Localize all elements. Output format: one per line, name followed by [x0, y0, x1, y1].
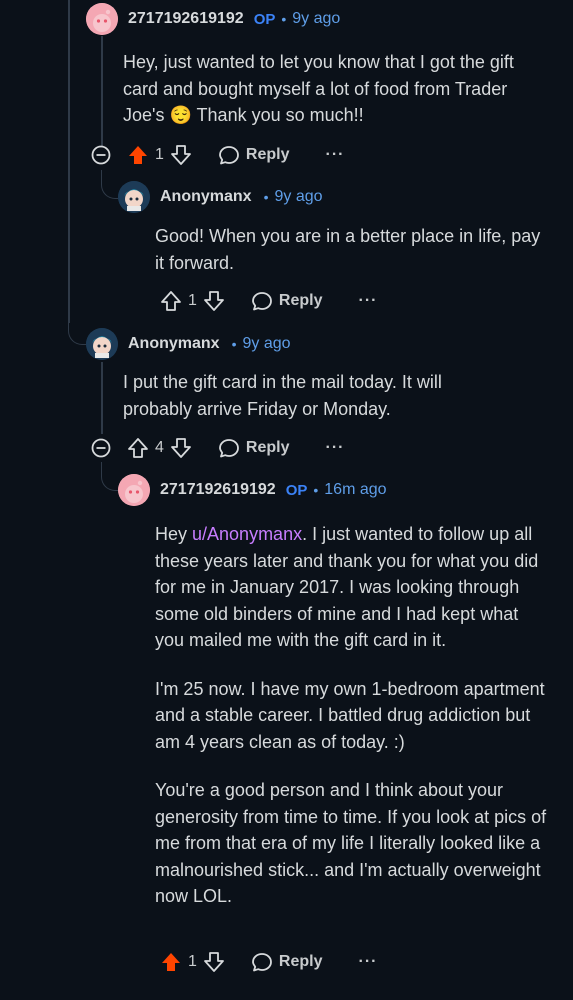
- avatar[interactable]: [86, 3, 118, 35]
- collapse-icon[interactable]: [91, 145, 111, 165]
- timestamp: 9y ago: [242, 335, 291, 352]
- collapse-icon[interactable]: [91, 438, 111, 458]
- vote-count: 1: [155, 146, 164, 163]
- reply-bubble-icon: [252, 953, 272, 972]
- comment-header: Anonymanx • 9y ago: [118, 180, 323, 214]
- thread-line: [101, 362, 103, 434]
- comment-header: 2717192619192 OP • 9y ago: [86, 2, 340, 36]
- comment-actions: 1 Reply ···: [160, 286, 377, 316]
- reply-button[interactable]: Reply: [251, 951, 323, 973]
- thread-connector: [101, 170, 118, 199]
- author-name[interactable]: Anonymanx: [160, 188, 252, 206]
- downvote-icon[interactable]: [170, 437, 192, 459]
- comment-body: Good! When you are in a better place in …: [155, 226, 541, 273]
- more-options-button[interactable]: ···: [325, 146, 344, 164]
- avatar[interactable]: [118, 474, 150, 506]
- separator-dot: •: [263, 189, 269, 205]
- separator-dot: •: [281, 11, 287, 27]
- reply-bubble-icon: [219, 439, 239, 458]
- thread-line: [101, 36, 103, 146]
- vote-count: 1: [188, 292, 197, 309]
- downvote-icon[interactable]: [203, 290, 225, 312]
- more-options-button[interactable]: ···: [358, 292, 377, 310]
- reply-button[interactable]: Reply: [251, 290, 323, 312]
- op-badge: OP: [253, 10, 276, 28]
- reply-label: Reply: [245, 439, 290, 456]
- reply-button[interactable]: Reply: [218, 144, 290, 166]
- comment-actions: 1 Reply ···: [91, 140, 344, 170]
- comment-paragraph: You're a good person and I think about y…: [155, 780, 547, 906]
- author-name[interactable]: Anonymanx: [128, 335, 220, 353]
- more-options-button[interactable]: ···: [358, 953, 377, 971]
- op-badge: OP: [285, 481, 308, 499]
- comment-body: I put the gift card in the mail today. I…: [123, 372, 442, 419]
- upvote-icon[interactable]: [127, 437, 149, 459]
- timestamp: 9y ago: [292, 10, 341, 27]
- timestamp: 16m ago: [324, 481, 387, 498]
- more-options-button[interactable]: ···: [325, 439, 344, 457]
- comment-body: Hey, just wanted to let you know that I …: [123, 52, 514, 125]
- reply-button[interactable]: Reply: [218, 437, 290, 459]
- downvote-icon[interactable]: [203, 951, 225, 973]
- comment-actions: 4 Reply ···: [91, 433, 344, 463]
- upvote-icon[interactable]: [160, 951, 182, 973]
- separator-dot: •: [313, 482, 319, 498]
- thread-connector: [101, 462, 118, 491]
- reply-label: Reply: [278, 292, 323, 309]
- reply-bubble-icon: [252, 292, 272, 311]
- vote-count: 1: [188, 953, 197, 970]
- comment-paragraph: Hey u/Anonymanx. I just wanted to follow…: [155, 521, 550, 654]
- comment-header: Anonymanx • 9y ago: [86, 327, 291, 361]
- timestamp: 9y ago: [274, 188, 323, 205]
- separator-dot: •: [231, 336, 237, 352]
- comment-paragraph: I'm 25 now. I have my own 1-bedroom apar…: [155, 678, 545, 752]
- upvote-icon[interactable]: [127, 144, 149, 166]
- reply-label: Reply: [245, 146, 290, 163]
- comment-header: 2717192619192 OP • 16m ago: [118, 473, 387, 507]
- author-name[interactable]: 2717192619192: [128, 10, 244, 28]
- paragraph-text: Hey: [155, 524, 193, 544]
- downvote-icon[interactable]: [170, 144, 192, 166]
- avatar[interactable]: [86, 328, 118, 360]
- comment-actions: 1 Reply ···: [160, 947, 377, 977]
- author-name[interactable]: 2717192619192: [160, 481, 276, 499]
- avatar[interactable]: [118, 181, 150, 213]
- comment-body: Hey u/Anonymanx. I just wanted to follow…: [155, 521, 550, 932]
- user-mention-link[interactable]: u/Anonymanx: [192, 524, 302, 544]
- reply-label: Reply: [278, 953, 323, 970]
- reply-bubble-icon: [219, 146, 239, 165]
- thread-line: [68, 0, 70, 323]
- thread-connector: [68, 300, 87, 345]
- vote-count: 4: [155, 439, 164, 456]
- upvote-icon[interactable]: [160, 290, 182, 312]
